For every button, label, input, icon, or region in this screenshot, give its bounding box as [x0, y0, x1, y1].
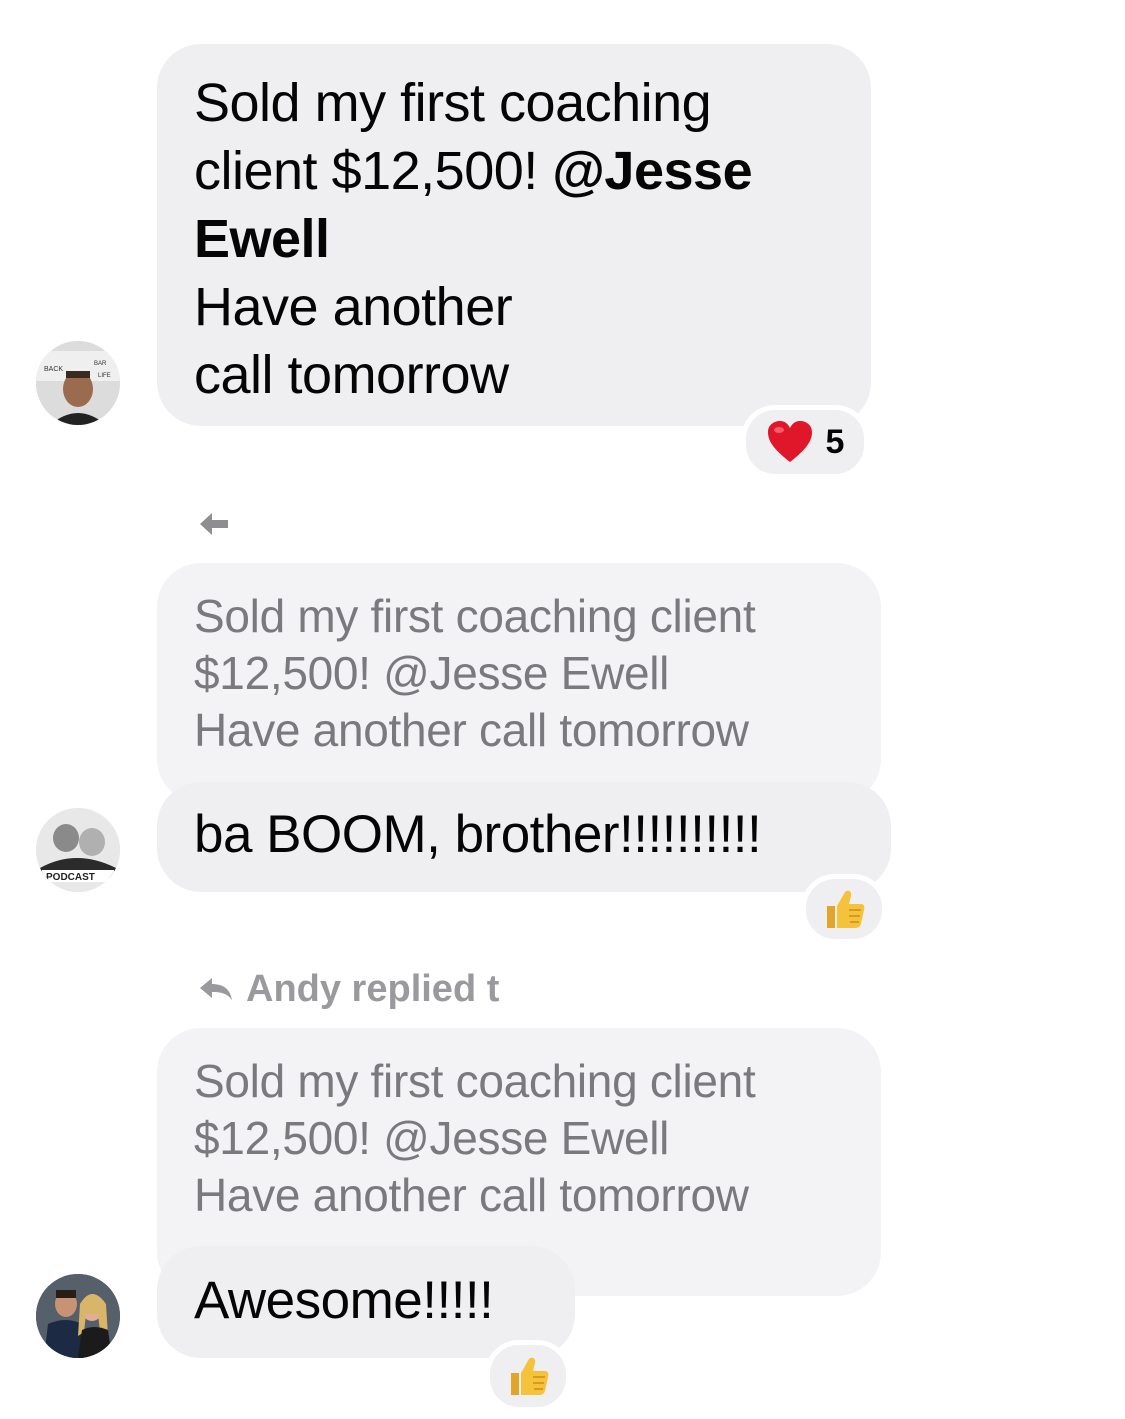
- message-bubble-1[interactable]: Sold my first coaching client $12,500! @…: [157, 44, 871, 426]
- message-1-line-5: call tomorrow: [194, 345, 509, 405]
- reaction-thumbs-badge-2[interactable]: [485, 1340, 571, 1412]
- quote-2-line-3: Have another call tomorrow: [194, 704, 749, 756]
- message-1-line-2: client $12,500! @Jesse: [194, 137, 871, 205]
- message-2-text: ba BOOM, brother!!!!!!!!!!: [194, 805, 762, 864]
- avatar-1[interactable]: BACK BAR LIFE: [36, 341, 120, 425]
- reaction-heart-badge[interactable]: 5: [741, 405, 869, 479]
- avatar-3-image: [36, 1274, 120, 1358]
- svg-text:BAR: BAR: [94, 361, 107, 367]
- avatar-1-image: BACK BAR LIFE: [36, 341, 120, 425]
- quote-2-line-2: $12,500! @Jesse Ewell: [194, 647, 670, 699]
- reaction-count: 5: [825, 422, 845, 461]
- message-3-text: Awesome!!!!!: [194, 1271, 494, 1330]
- svg-text:PODCAST: PODCAST: [46, 872, 95, 883]
- message-1-line-4: Have another: [194, 277, 513, 337]
- mention-ewell[interactable]: Ewell: [194, 205, 871, 273]
- quote-3-line-3: Have another call tomorrow: [194, 1169, 749, 1221]
- reply-arrow-icon: [198, 510, 232, 543]
- heart-icon: [767, 421, 812, 462]
- quote-3-line-2: $12,500! @Jesse Ewell: [194, 1112, 670, 1164]
- message-1-line-2-text: client $12,500!: [194, 141, 553, 201]
- message-1-line-1: Sold my first coaching: [194, 73, 712, 133]
- reply-label-text: Andy replied t: [246, 968, 500, 1010]
- reply-arrow-icon: [200, 977, 232, 1000]
- thumbs-up-icon: [827, 890, 865, 928]
- quote-3-line-1: Sold my first coaching client: [194, 1055, 756, 1107]
- reply-label: Andy replied t: [198, 968, 499, 1011]
- quoted-message-2[interactable]: Sold my first coaching client $12,500! @…: [157, 563, 881, 803]
- svg-text:BACK: BACK: [44, 366, 63, 373]
- svg-text:LIFE: LIFE: [98, 373, 111, 379]
- reaction-thumbs-badge-1[interactable]: [801, 874, 887, 944]
- message-bubble-2[interactable]: ba BOOM, brother!!!!!!!!!!: [157, 782, 891, 892]
- thumbs-up-icon: [511, 1357, 549, 1395]
- avatar-2[interactable]: PODCAST: [36, 808, 120, 892]
- mention-jesse[interactable]: @Jesse: [552, 141, 752, 201]
- quote-2-line-1: Sold my first coaching client: [194, 590, 756, 642]
- avatar-3[interactable]: [36, 1274, 120, 1358]
- avatar-2-image: PODCAST: [36, 808, 120, 892]
